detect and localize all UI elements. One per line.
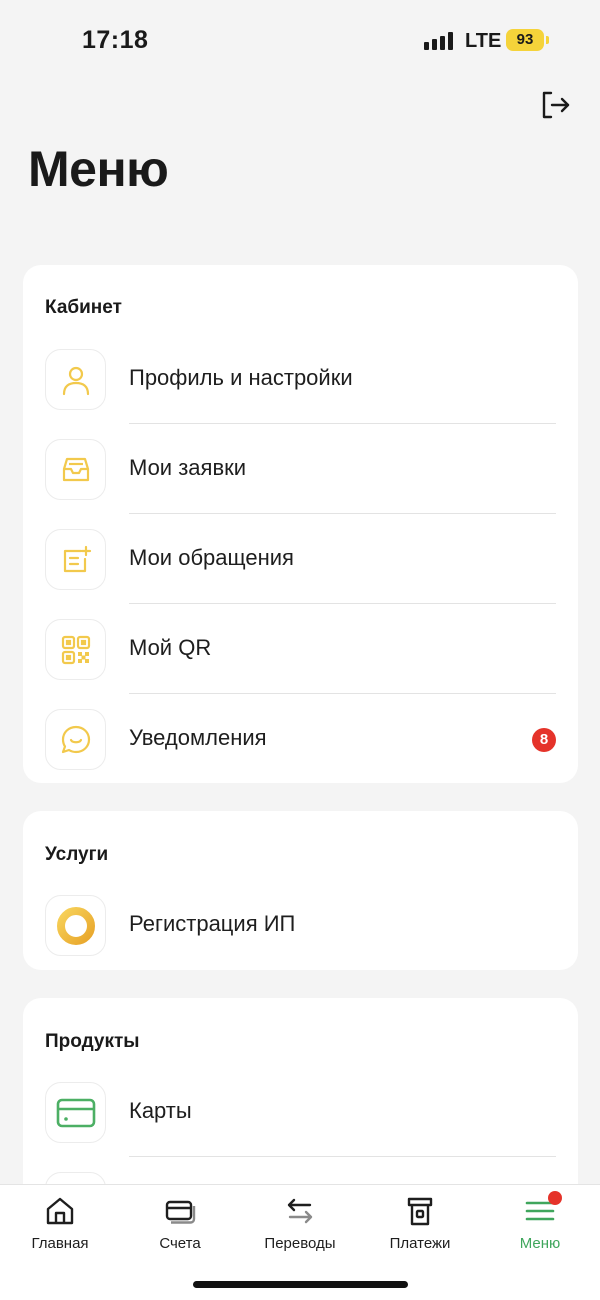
tab-payments[interactable]: Платежи [360, 1185, 480, 1265]
menu-notification-dot [548, 1191, 562, 1205]
ring-icon [56, 906, 95, 945]
tab-transfers[interactable]: Переводы [240, 1185, 360, 1265]
menu-item-profile[interactable]: Профиль и настройки [23, 334, 578, 424]
user-icon [62, 366, 89, 395]
menu-item-label: Уведомления [129, 725, 267, 750]
menu-item-label: Мои заявки [129, 455, 247, 480]
page-title: Меню [28, 141, 169, 197]
qr-icon-box [45, 619, 106, 680]
qr-code-icon [61, 635, 90, 664]
accounts-icon [165, 1200, 196, 1224]
menu-item-label: Профиль и настройки [129, 365, 353, 390]
network-type: LTE [465, 30, 502, 52]
menu-item-cards[interactable]: Карты [23, 1067, 578, 1157]
services-title: Услуги [45, 844, 109, 865]
logout-button[interactable] [538, 88, 572, 122]
status-bar: 17:18 LTE 93 [0, 0, 600, 80]
home-icon [46, 1197, 74, 1225]
menu-item-label: Карты [129, 1098, 192, 1123]
products-title: Продукты [45, 1031, 140, 1052]
cabinet-title: Кабинет [45, 297, 122, 318]
tab-accounts[interactable]: Счета [120, 1185, 240, 1265]
battery-indicator: 93 [506, 29, 544, 51]
menu-item-label: Регистрация ИП [129, 911, 296, 936]
home-indicator[interactable] [193, 1281, 408, 1288]
tab-label: Счета [159, 1235, 201, 1252]
chat-bubble-icon [61, 725, 90, 753]
payment-terminal-icon [407, 1197, 433, 1226]
notifications-icon-box [45, 709, 106, 770]
signal-strength-icon [424, 32, 453, 50]
notifications-badge: 8 [532, 728, 556, 752]
menu-item-requests[interactable]: Мои заявки [23, 424, 578, 514]
menu-item-label: Мой QR [129, 635, 212, 660]
transfer-arrows-icon [287, 1198, 313, 1224]
logout-icon [542, 91, 570, 119]
card-icon [56, 1098, 95, 1127]
menu-item-appeals[interactable]: Мои обращения [23, 514, 578, 604]
note-add-icon [63, 545, 91, 572]
battery-tip [546, 36, 549, 44]
tab-label: Переводы [264, 1235, 336, 1252]
tab-label: Платежи [389, 1235, 451, 1252]
cards-icon-box [45, 1082, 106, 1143]
ip-registration-icon-box [45, 895, 106, 956]
status-time: 17:18 [82, 26, 149, 54]
menu-item-my-qr[interactable]: Мой QR [23, 604, 578, 694]
profile-icon-box [45, 349, 106, 410]
menu-item-notifications[interactable]: Уведомления 8 [23, 694, 578, 784]
menu-item-ip-registration[interactable]: Регистрация ИП [23, 880, 578, 970]
tab-label: Главная [31, 1235, 89, 1252]
requests-icon-box [45, 439, 106, 500]
tab-menu[interactable]: Меню [480, 1185, 600, 1265]
inbox-tray-icon [62, 457, 89, 481]
menu-item-label: Мои обращения [129, 545, 294, 570]
tab-home[interactable]: Главная [0, 1185, 120, 1265]
cabinet-card: Кабинет Профиль и настройки Мои заявки М… [23, 265, 578, 783]
services-card: Услуги Регистрация ИП [23, 811, 578, 970]
appeals-icon-box [45, 529, 106, 590]
tab-label: Меню [519, 1235, 561, 1252]
